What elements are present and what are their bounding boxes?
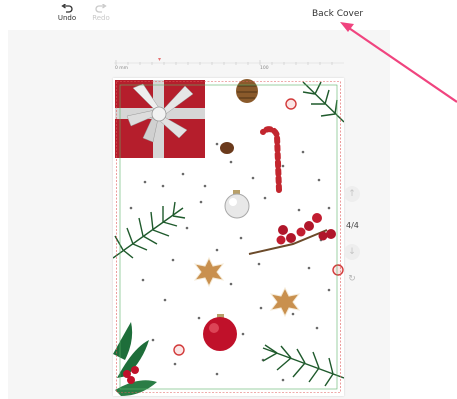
ruler-mid-label: 100 (260, 66, 269, 71)
christmas-artwork[interactable] (113, 78, 344, 396)
pine-branch-bottom-right (262, 344, 344, 387)
gingerbread-stars (193, 256, 301, 318)
gift-box (115, 80, 205, 158)
rotate-button[interactable]: ↻ (344, 271, 360, 287)
redo-button[interactable]: Redo (87, 4, 115, 22)
page-name-label[interactable]: Back Cover (312, 9, 363, 19)
pine-branch-left (113, 201, 186, 259)
ruler-ticks (114, 58, 344, 65)
ruler: 0 mm 100 (114, 55, 344, 75)
ruler-start-label: 0 mm (115, 66, 129, 71)
undo-label: Undo (57, 14, 77, 22)
redo-label: Redo (92, 14, 110, 22)
silver-ornament (224, 190, 250, 219)
page-down-button[interactable]: ↓ (344, 244, 360, 260)
undo-button[interactable]: Undo (53, 4, 81, 22)
arrow-down-icon: ↓ (348, 247, 356, 257)
rotate-control: ↻ (344, 271, 362, 287)
page-navigation-lower: ↓ (344, 244, 362, 260)
page-counter: 4/4 (346, 221, 359, 230)
back-cover-page[interactable] (113, 78, 344, 396)
undo-icon (61, 4, 73, 13)
page-up-button[interactable]: ↑ (344, 186, 360, 202)
pine-branch-top-right (302, 81, 344, 123)
arrow-up-icon: ↑ (348, 189, 356, 199)
redo-icon (95, 4, 107, 13)
page-navigation: ↑ (344, 186, 362, 202)
holly-sprig (113, 322, 157, 396)
berry-branch (248, 213, 336, 255)
top-toolbar: Undo Redo Back Cover (0, 0, 457, 30)
chestnut (220, 142, 234, 154)
rotate-icon: ↻ (348, 274, 356, 284)
candy-cane (260, 126, 282, 193)
pinecone (236, 79, 258, 103)
red-ornament (203, 314, 237, 351)
